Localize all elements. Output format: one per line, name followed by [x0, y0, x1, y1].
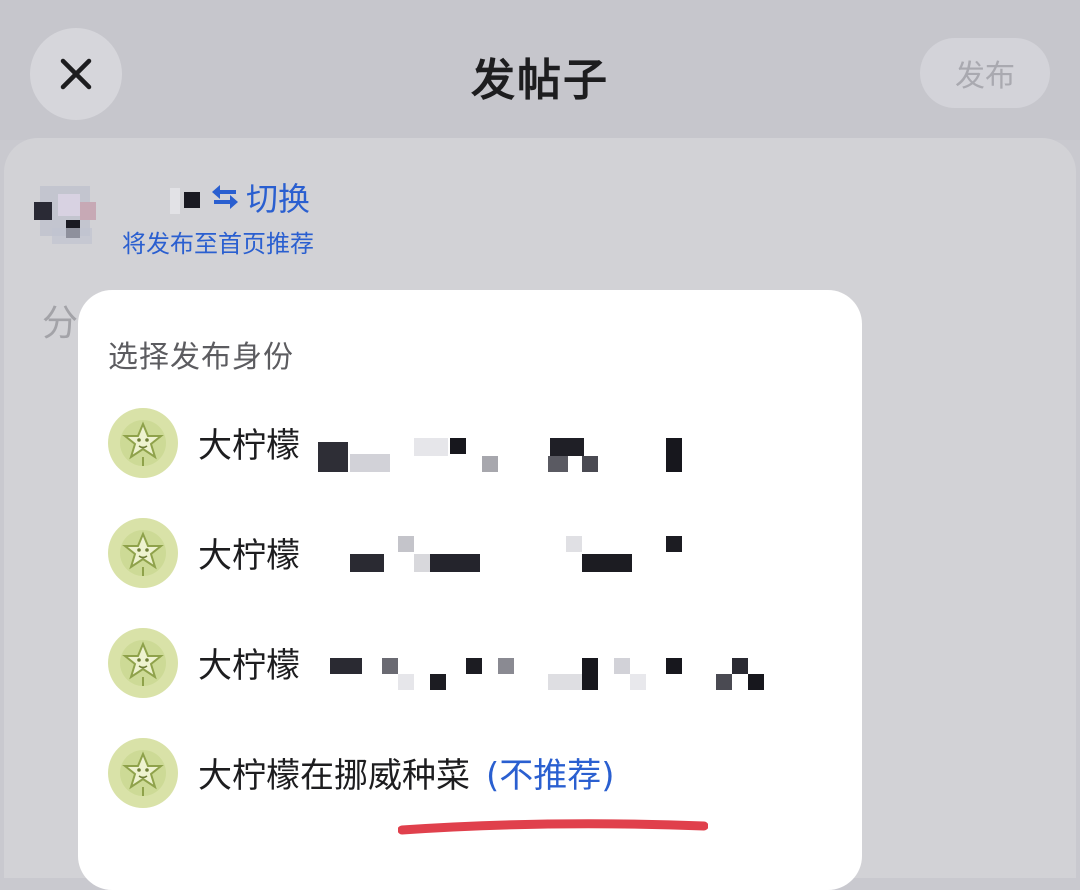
content-placeholder[interactable]: 分	[42, 294, 78, 346]
identity-avatar	[108, 628, 178, 698]
identity-picker: 选择发布身份 大柠檬 大柠檬 大柠檬 大柠檬在挪威种菜 (不推荐)	[78, 290, 862, 890]
star-fruit-icon	[110, 630, 176, 696]
star-fruit-icon	[110, 410, 176, 476]
publish-button[interactable]: 发布	[920, 38, 1050, 108]
identity-name: 大柠檬	[198, 426, 300, 466]
identity-option[interactable]: 大柠檬	[108, 518, 848, 598]
identity-option[interactable]: 大柠檬	[108, 628, 848, 708]
identity-avatar	[108, 518, 178, 588]
username-masked	[170, 186, 204, 216]
identity-avatar	[108, 738, 178, 808]
star-fruit-icon	[110, 520, 176, 586]
identity-picker-title: 选择发布身份	[108, 340, 294, 375]
switch-account-link[interactable]: 切换	[210, 174, 310, 220]
swap-arrows-icon	[212, 185, 238, 209]
masked-text	[318, 628, 798, 690]
page-title: 发帖子	[471, 55, 609, 106]
identity-name-text: 大柠檬在挪威种菜	[198, 756, 470, 796]
masked-text	[318, 408, 798, 472]
switch-label: 切换	[246, 180, 311, 218]
highlight-underline	[398, 819, 708, 835]
identity-name: 大柠檬	[198, 536, 300, 576]
identity-avatar	[108, 408, 178, 478]
star-fruit-icon	[110, 740, 176, 806]
identity-option[interactable]: 大柠檬在挪威种菜 (不推荐)	[108, 738, 848, 818]
masked-text	[318, 518, 798, 578]
identity-name: 大柠檬在挪威种菜 (不推荐)	[198, 748, 615, 797]
avatar[interactable]	[30, 180, 102, 252]
identity-name: 大柠檬	[198, 646, 300, 686]
identity-option[interactable]: 大柠檬	[108, 408, 848, 488]
not-recommended-tag: (不推荐)	[486, 756, 615, 796]
recommend-note: 将发布至首页推荐	[122, 230, 314, 258]
